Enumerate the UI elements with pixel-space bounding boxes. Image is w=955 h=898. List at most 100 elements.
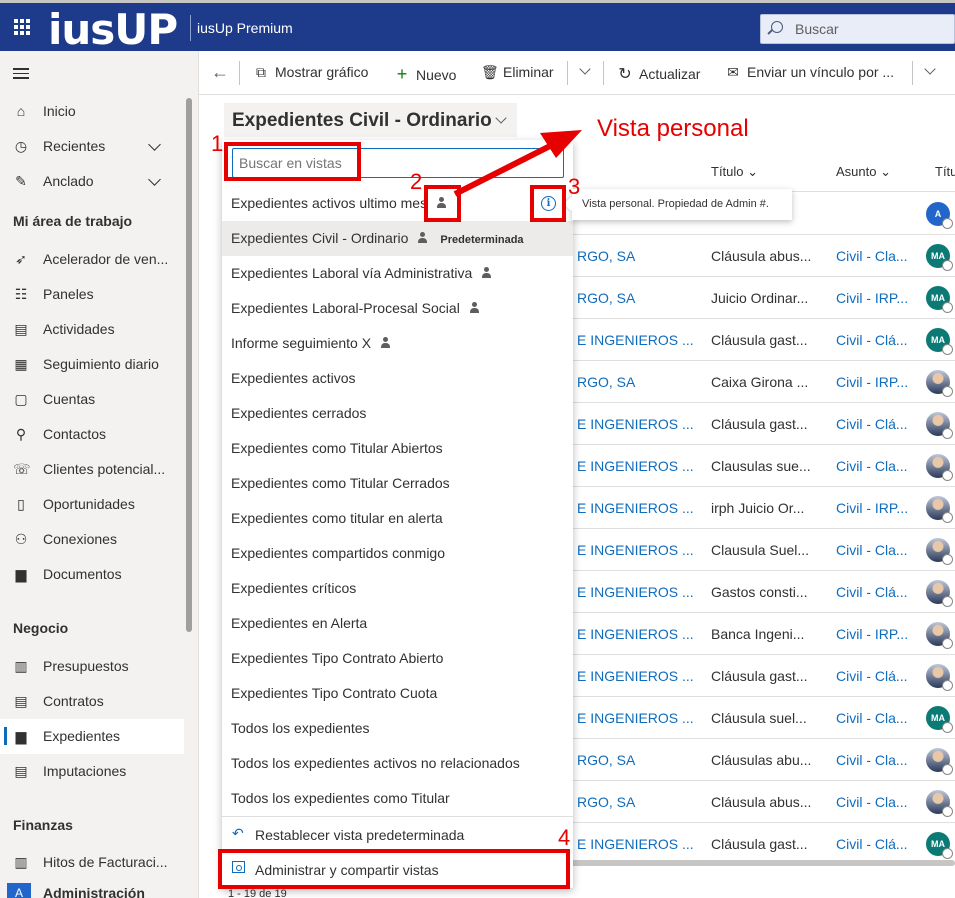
chevron-down-icon[interactable] — [579, 63, 591, 75]
avatar[interactable]: MA — [926, 286, 953, 313]
view-item[interactable]: Expedientes críticos — [222, 571, 573, 606]
column-header-asunto[interactable]: Asunto ⌄ — [836, 164, 891, 180]
cell-subject[interactable]: Civil - Cla... — [836, 542, 908, 558]
area-switcher[interactable]: A Administración — [0, 877, 199, 898]
sidebar-item-cuentas[interactable]: ▢ Cuentas — [0, 382, 184, 417]
avatar[interactable]: MA — [926, 832, 953, 859]
view-item[interactable]: Expedientes en Alerta — [222, 606, 573, 641]
cell-account[interactable]: E INGENIEROS ... — [577, 416, 694, 432]
cell-account[interactable]: RGO, SA — [577, 794, 635, 810]
sidebar-item-actividades[interactable]: ▤ Actividades — [0, 312, 184, 347]
cell-account[interactable]: E INGENIEROS ... — [577, 836, 694, 852]
cell-subject[interactable]: Civil - IRP... — [836, 374, 908, 390]
view-selector-button[interactable]: Expedientes Civil - Ordinario — [224, 103, 517, 137]
avatar[interactable] — [926, 538, 953, 565]
avatar[interactable] — [926, 412, 953, 439]
table-row[interactable]: RGO, SA Cláusula abus... Civil - Cla... MA — [573, 235, 955, 277]
view-item[interactable]: Expedientes como titular en alerta — [222, 501, 573, 536]
cell-account[interactable]: E INGENIEROS ... — [577, 332, 694, 348]
table-row[interactable]: E INGENIEROS ... Clausula Suel... Civil - … — [573, 529, 955, 571]
sidebar-item-contactos[interactable]: ⚲ Contactos — [0, 417, 184, 452]
view-item[interactable]: Expedientes Tipo Contrato Cuota — [222, 676, 573, 711]
search-box[interactable]: Buscar — [760, 14, 955, 44]
sidebar-item-imputaciones[interactable]: ▤ Imputaciones — [0, 754, 184, 789]
cell-account[interactable]: RGO, SA — [577, 374, 635, 390]
cell-account[interactable]: E INGENIEROS ... — [577, 458, 694, 474]
cell-subject[interactable]: Civil - Cla... — [836, 248, 908, 264]
cell-account[interactable]: E INGENIEROS ... — [577, 584, 694, 600]
view-item[interactable]: Expedientes Laboral-Procesal Social — [222, 291, 573, 326]
back-arrow-icon[interactable]: ← — [211, 62, 229, 83]
sidebar-item-oportunidades[interactable]: ▯ Oportunidades — [0, 487, 184, 522]
view-item[interactable]: Todos los expedientes — [222, 711, 573, 746]
chevron-down-icon[interactable] — [148, 173, 161, 186]
cell-subject[interactable]: Civil - Clá... — [836, 416, 908, 432]
cell-account[interactable]: RGO, SA — [577, 290, 635, 306]
email-link-button[interactable]: ✉ Enviar un vínculo por ... — [725, 64, 894, 81]
sidebar-item-conexiones[interactable]: ⚇ Conexiones — [0, 522, 184, 557]
avatar[interactable]: A — [926, 202, 953, 229]
cell-subject[interactable]: Civil - Cla... — [836, 458, 908, 474]
view-item[interactable]: Expedientes Laboral vía Administrativa — [222, 256, 573, 291]
sidebar-item-paneles[interactable]: ☷ Paneles — [0, 277, 184, 312]
table-row[interactable]: RGO, SA Juicio Ordinar... Civil - IRP... MA — [573, 277, 955, 319]
cell-subject[interactable]: Civil - Clá... — [836, 584, 908, 600]
sidebar-item-hitos-facturacion[interactable]: ▥ Hitos de Facturaci... — [0, 845, 184, 880]
app-title[interactable]: iusUp Premium — [197, 20, 293, 36]
reset-default-view-button[interactable]: ↶ Restablecer vista predeterminada — [222, 818, 573, 852]
view-item[interactable]: Todos los expedientes activos no relacio… — [222, 746, 573, 781]
sidebar-item-recientes[interactable]: ◷ Recientes — [0, 129, 184, 164]
table-row[interactable]: E INGENIEROS ... irph Juicio Or... Civil -… — [573, 487, 955, 529]
cell-account[interactable]: RGO, SA — [577, 752, 635, 768]
cell-subject[interactable]: Civil - Clá... — [836, 836, 908, 852]
hamburger-menu-icon[interactable] — [13, 68, 29, 80]
table-row[interactable]: E INGENIEROS ... Cláusula gast... Civil - … — [573, 403, 955, 445]
avatar[interactable]: MA — [926, 328, 953, 355]
cell-subject[interactable]: Civil - Cla... — [836, 752, 908, 768]
table-row[interactable]: E INGENIEROS ... Banca Ingeni... Civil - I… — [573, 613, 955, 655]
avatar[interactable]: MA — [926, 244, 953, 271]
cell-account[interactable]: E INGENIEROS ... — [577, 710, 694, 726]
sidebar-item-anclado[interactable]: ✎ Anclado — [0, 164, 184, 199]
sidebar-item-documentos[interactable]: ▆ Documentos — [0, 557, 184, 592]
cell-subject[interactable]: Civil - Cla... — [836, 794, 908, 810]
cell-subject[interactable]: Civil - Clá... — [836, 332, 908, 348]
sidebar-item-presupuestos[interactable]: ▥ Presupuestos — [0, 649, 184, 684]
cell-subject[interactable]: Civil - IRP... — [836, 500, 908, 516]
table-row[interactable]: E INGENIEROS ... Gastos consti... Civil - … — [573, 571, 955, 613]
cell-account[interactable]: RGO, SA — [577, 248, 635, 264]
chevron-down-icon[interactable] — [924, 63, 936, 75]
table-row[interactable]: RGO, SA Cláusula abus... Civil - Cla... — [573, 781, 955, 823]
avatar[interactable]: MA — [926, 706, 953, 733]
table-row[interactable]: E INGENIEROS ... Cláusula gast... Civil - … — [573, 823, 955, 865]
table-row[interactable]: E INGENIEROS ... Cláusula gast... Civil - … — [573, 319, 955, 361]
view-item[interactable]: Expedientes compartidos conmigo — [222, 536, 573, 571]
table-row[interactable]: E INGENIEROS ... Cláusula suel... Civil - … — [573, 697, 955, 739]
avatar[interactable] — [926, 790, 953, 817]
avatar[interactable] — [926, 454, 953, 481]
sidebar-scrollbar[interactable] — [186, 98, 192, 632]
cell-account[interactable]: E INGENIEROS ... — [577, 668, 694, 684]
table-row[interactable]: E INGENIEROS ... Clausulas sue... Civil - … — [573, 445, 955, 487]
view-item[interactable]: Expedientes activos ultimo mes — [222, 186, 573, 221]
cell-account[interactable]: E INGENIEROS ... — [577, 626, 694, 642]
avatar[interactable] — [926, 580, 953, 607]
refresh-button[interactable]: ↻ Actualizar — [617, 64, 700, 84]
view-item[interactable]: Expedientes Tipo Contrato Abierto — [222, 641, 573, 676]
view-item[interactable]: Expedientes como Titular Cerrados — [222, 466, 573, 501]
view-item[interactable]: Expedientes cerrados — [222, 396, 573, 431]
sidebar-item-expedientes[interactable]: ▆ Expedientes — [0, 719, 184, 754]
sidebar-item-seguimiento[interactable]: ▦ Seguimiento diario — [0, 347, 184, 382]
view-item[interactable]: Informe seguimiento X — [222, 326, 573, 361]
cell-subject[interactable]: Civil - IRP... — [836, 290, 908, 306]
sidebar-item-acelerador[interactable]: ➶ Acelerador de ven... — [0, 242, 184, 277]
cell-subject[interactable]: Civil - Clá... — [836, 668, 908, 684]
app-launcher-icon[interactable] — [14, 19, 30, 35]
chevron-down-icon[interactable] — [148, 138, 161, 151]
view-item[interactable]: Todos los expedientes como Titular — [222, 781, 573, 816]
avatar[interactable] — [926, 496, 953, 523]
table-row[interactable]: RGO, SA Cláusulas abu... Civil - Cla... — [573, 739, 955, 781]
delete-button[interactable]: 🗑︎ Eliminar — [481, 64, 554, 81]
column-header-titular[interactable]: Títu — [935, 164, 955, 179]
table-row[interactable]: E INGENIEROS ... Cláusula gast... Civil - … — [573, 655, 955, 697]
